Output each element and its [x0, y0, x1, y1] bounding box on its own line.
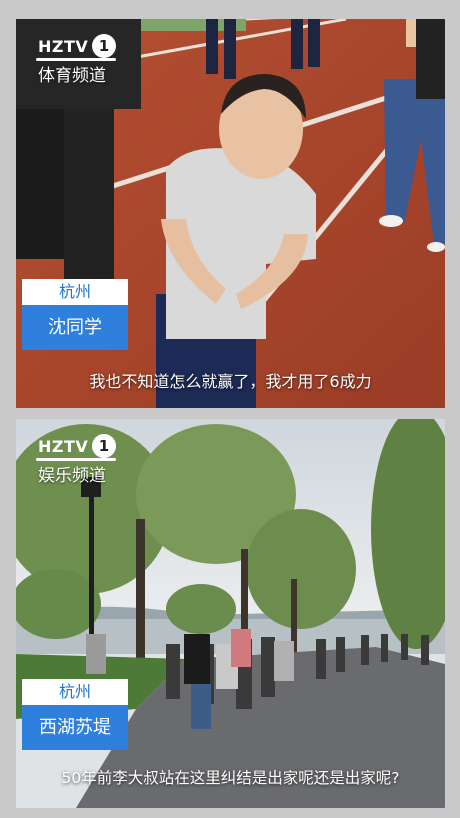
logo-brand: HZTV [38, 437, 89, 456]
location-city: 杭州 [22, 279, 128, 305]
logo-channel-name: 体育频道 [38, 66, 106, 86]
location-name: 沈同学 [22, 305, 128, 350]
logo-number-badge: 1 [92, 434, 116, 458]
logo-number-badge: 1 [92, 34, 116, 58]
logo-brand: HZTV [38, 37, 89, 56]
location-city: 杭州 [22, 679, 128, 705]
video-caption: 50年前李大叔站在这里纠结是出家呢还是出家呢? [61, 769, 400, 787]
video-card-1[interactable]: HZTV 1 体育频道 杭州 沈同学 我也不知道怎么就赢了，我才用了6成力 [16, 19, 445, 408]
location-tag: 杭州 沈同学 [22, 279, 128, 350]
video-card-2[interactable]: HZTV 1 娱乐频道 杭州 西湖苏堤 50年前李大叔站在这里纠结是出家呢还是出… [16, 419, 445, 808]
location-tag: 杭州 西湖苏堤 [22, 679, 128, 750]
logo-channel-name: 娱乐频道 [38, 466, 106, 486]
video-caption: 我也不知道怎么就赢了，我才用了6成力 [89, 372, 372, 391]
channel-logo: HZTV 1 娱乐频道 [28, 431, 138, 489]
channel-logo: HZTV 1 体育频道 [28, 31, 138, 89]
location-name: 西湖苏堤 [22, 705, 128, 750]
